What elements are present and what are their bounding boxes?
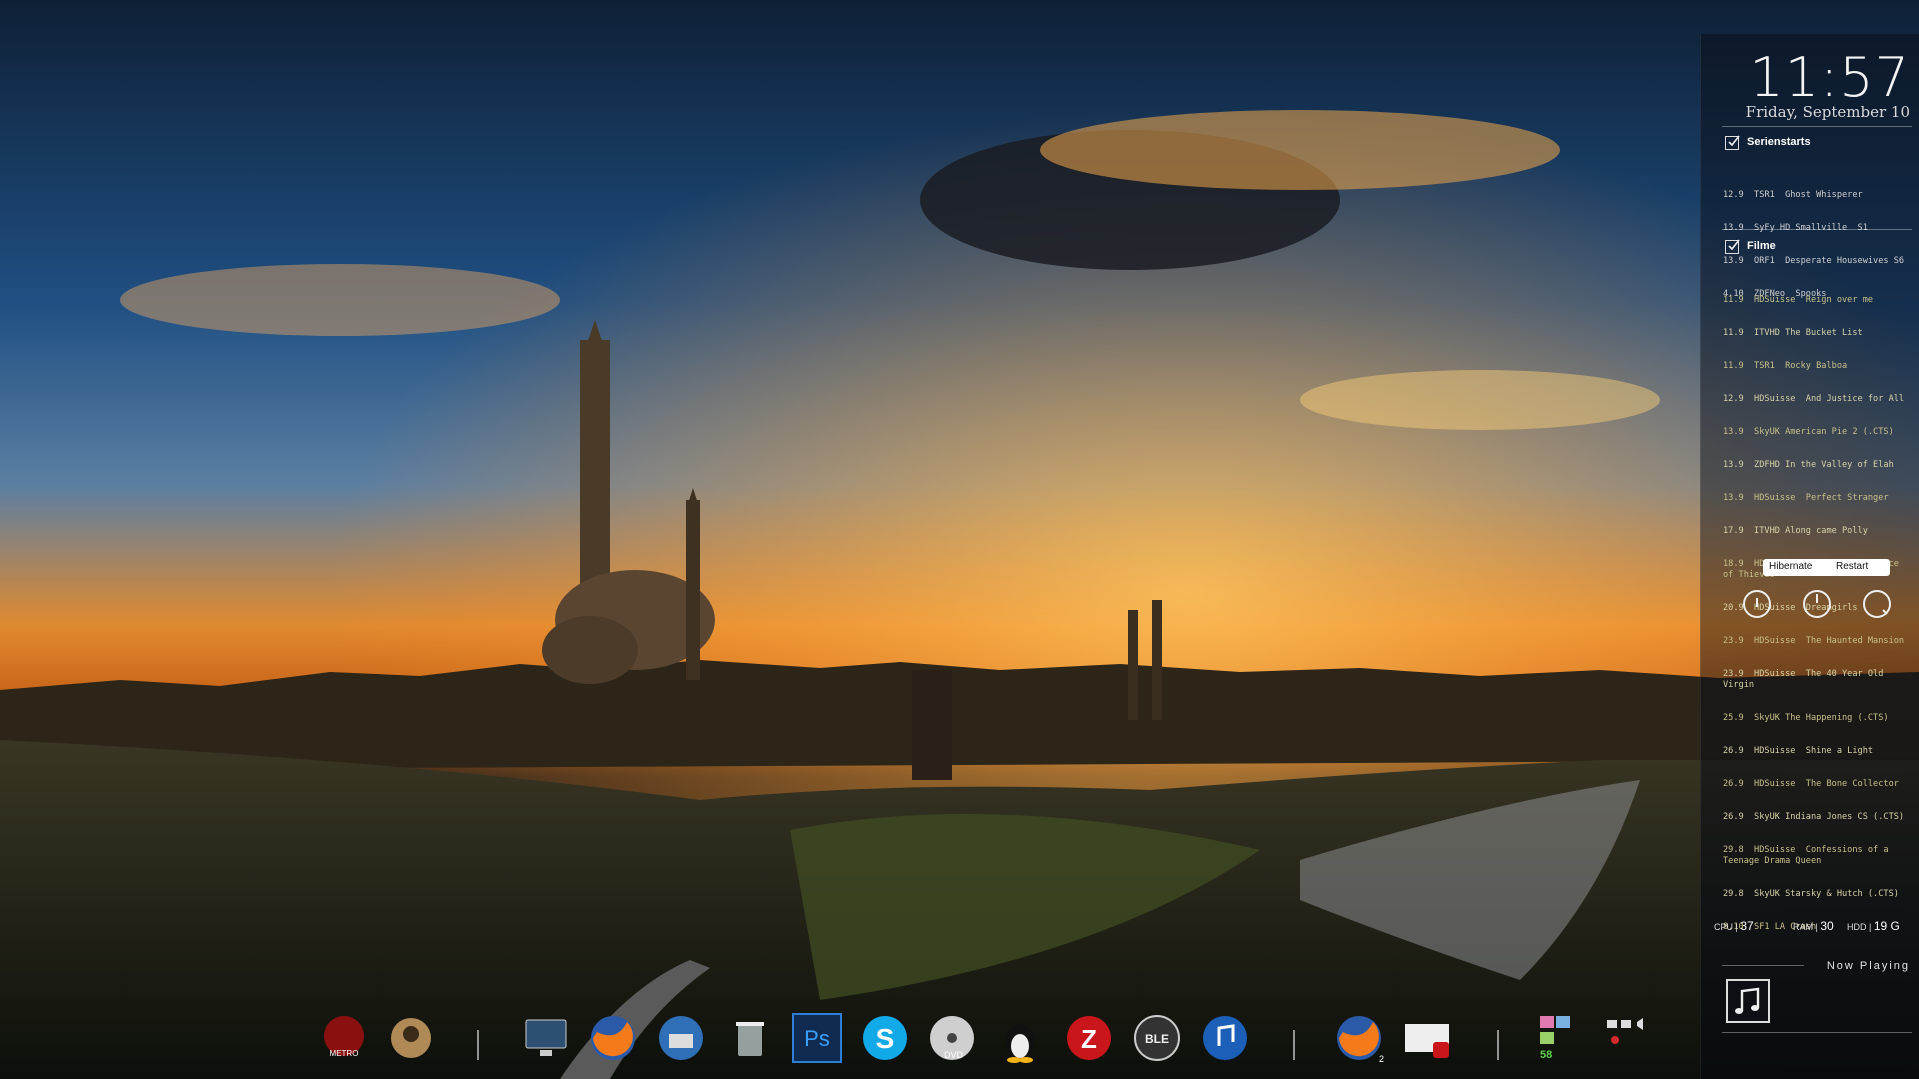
clock-time: 11:57: [1749, 46, 1910, 109]
dvd-label: DVD: [944, 1050, 964, 1060]
filezilla-icon[interactable]: Z: [1063, 1012, 1115, 1064]
cpu-label: CPU: [1714, 922, 1734, 932]
dock-separator: [477, 1030, 479, 1060]
hibernate-button[interactable]: [1743, 590, 1771, 618]
hdd-label: HDD: [1847, 922, 1867, 932]
list-item: 11.9 ITVHD The Bucket List: [1723, 328, 1863, 338]
filezilla-window-icon[interactable]: [1401, 1012, 1453, 1064]
series-title: Serienstarts: [1747, 136, 1811, 148]
list-item: 13.9 SkyUK American Pie 2 (.CTS): [1723, 427, 1894, 437]
firefox-running-icon[interactable]: 2: [1333, 1012, 1385, 1064]
now-playing-title: Now Playing: [1826, 960, 1910, 972]
dock-separator: [1293, 1030, 1295, 1060]
album-art[interactable]: [1726, 979, 1770, 1023]
list-item: 25.9 SkyUK The Happening (.CTS): [1723, 713, 1889, 723]
series-checkbox[interactable]: [1725, 135, 1740, 150]
dock-separator: [1497, 1030, 1499, 1060]
restart-button[interactable]: [1863, 590, 1891, 618]
list-item: 11.9 TSR1 Rocky Balboa: [1723, 361, 1848, 371]
divider: [1722, 126, 1912, 127]
list-item: 17.9 ITVHD Along came Polly: [1723, 526, 1868, 536]
metro-2033-icon[interactable]: METRO: [318, 1012, 370, 1064]
films-title: Filme: [1747, 240, 1776, 252]
list-item: 13.9 ZDFHD In the Valley of Elah: [1723, 460, 1894, 470]
recycle-bin-icon[interactable]: [724, 1012, 776, 1064]
skype-icon[interactable]: S: [859, 1012, 911, 1064]
divider: [1722, 965, 1804, 966]
list-item: 12.9 TSR1 Ghost Whisperer: [1723, 190, 1863, 200]
list-item: 26.9 HDSuisse The Bone Collector: [1723, 779, 1899, 789]
ble-icon[interactable]: BLE: [1131, 1012, 1183, 1064]
thunderbird-icon[interactable]: [655, 1012, 707, 1064]
list-item: 11.9 HDSuisse Reign over me: [1723, 295, 1874, 305]
photoshop-icon[interactable]: Ps: [791, 1012, 843, 1064]
itunes-icon[interactable]: [1199, 1012, 1251, 1064]
dvd-icon[interactable]: DVD: [926, 1012, 978, 1064]
tray-network-volume-icon[interactable]: [1603, 1012, 1655, 1064]
ram-value: 30: [1820, 919, 1834, 933]
system-stats: CPU | 37: [1714, 919, 1754, 933]
films-checkbox[interactable]: [1725, 239, 1740, 254]
hdd-stat: HDD | 19 G: [1847, 919, 1900, 933]
list-item: 29.8 SkyUK Starsky & Hutch (.CTS): [1723, 889, 1899, 899]
clock-date: Friday, September 10: [1745, 103, 1910, 121]
metro-label: METRO: [330, 1049, 359, 1058]
list-item: 12.9 HDSuisse And Justice for All: [1723, 394, 1905, 404]
shutdown-button[interactable]: [1803, 590, 1831, 618]
hibernate-label: Hibernate: [1769, 561, 1813, 572]
list-item: 13.9 HDSuisse Perfect Stranger: [1723, 493, 1889, 503]
list-item: 26.9 HDSuisse Shine a Light: [1723, 746, 1874, 756]
hdd-value: 19 G: [1873, 919, 1900, 933]
list-item: 13.9 ORF1 Desperate Housewives S6: [1723, 256, 1905, 266]
system-tray-icon[interactable]: 58: [1536, 1012, 1588, 1064]
divider: [1722, 229, 1912, 230]
hibernate-icon: [1756, 598, 1758, 607]
game-warrior-icon[interactable]: [385, 1012, 437, 1064]
svg-text:S: S: [876, 1023, 895, 1054]
ble-label: BLE: [1145, 1032, 1169, 1046]
computer-icon[interactable]: [520, 1012, 572, 1064]
firefox-icon[interactable]: [587, 1012, 639, 1064]
ram-stat: RAM | 30: [1793, 919, 1834, 933]
checkmark-icon: [1728, 135, 1740, 147]
restart-label: Restart: [1836, 561, 1869, 572]
ram-label: RAM: [1793, 922, 1813, 932]
cpu-value: 37: [1740, 919, 1754, 933]
power-icon: [1816, 594, 1818, 603]
firefox-window-count: 2: [1379, 1054, 1384, 1064]
svg-text:Z: Z: [1081, 1024, 1097, 1054]
desktop-wallpaper: [0, 0, 1919, 1079]
restart-icon: [1882, 609, 1888, 615]
music-note-icon: [1735, 987, 1760, 1014]
power-tooltip: Hibernate Restart: [1763, 559, 1890, 576]
list-item: 26.9 SkyUK Indiana Jones CS (.CTS): [1723, 812, 1905, 822]
divider: [1722, 1032, 1912, 1033]
tray-count: 58: [1540, 1049, 1552, 1061]
list-item: 29.8 HDSuisse Confessions of a Teenage D…: [1723, 845, 1894, 866]
list-item: 23.9 HDSuisse The 40 Year Old Virgin: [1723, 669, 1889, 690]
photoshop-label: Ps: [804, 1026, 830, 1051]
linux-tux-icon[interactable]: [994, 1012, 1046, 1064]
list-item: 23.9 HDSuisse The Haunted Mansion: [1723, 636, 1905, 646]
checkmark-icon: [1728, 239, 1740, 251]
